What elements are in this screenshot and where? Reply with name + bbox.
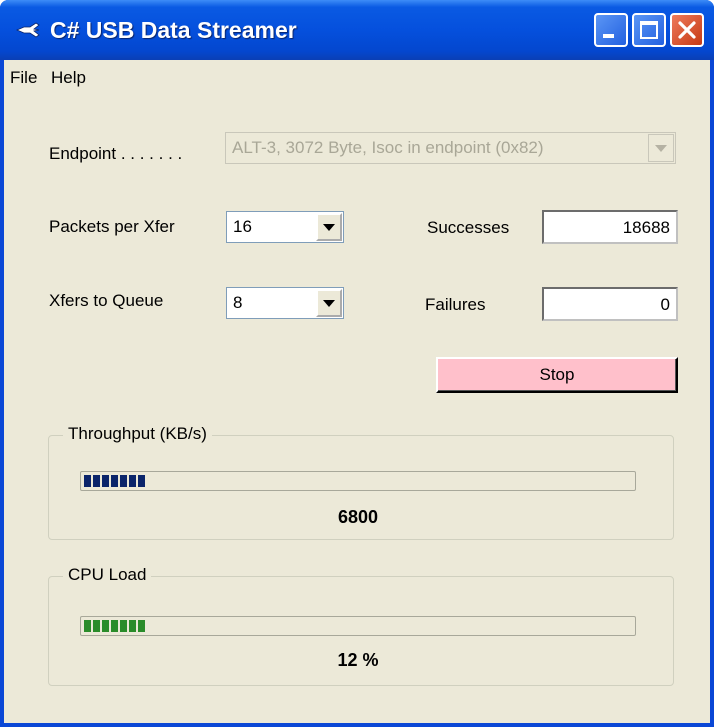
progress-block	[93, 475, 100, 487]
failures-value: 0	[660, 295, 670, 314]
chevron-down-icon[interactable]	[648, 134, 674, 162]
close-icon	[678, 21, 696, 39]
progress-block	[138, 620, 145, 632]
minimize-button[interactable]	[594, 13, 628, 47]
progress-block	[84, 620, 91, 632]
menu-bar: File Help	[4, 60, 710, 100]
packets-label: Packets per Xfer	[49, 217, 175, 236]
successes-field[interactable]: 18688	[542, 210, 678, 244]
cpu-load-value: 12 %	[337, 650, 379, 670]
throughput-value: 6800	[337, 507, 379, 527]
successes-value: 18688	[622, 218, 670, 237]
progress-block	[93, 620, 100, 632]
progress-block	[138, 475, 145, 487]
cpu-load-progress-fill	[84, 620, 147, 632]
minimize-icon	[603, 34, 614, 38]
window-title: C# USB Data Streamer	[50, 17, 297, 43]
xfers-label: Xfers to Queue	[49, 291, 164, 310]
xfers-select[interactable]: 8	[226, 287, 344, 319]
endpoint-select[interactable]: ALT-3, 3072 Byte, Isoc in endpoint (0x82…	[225, 132, 676, 164]
packets-select[interactable]: 16	[226, 211, 344, 243]
maximize-button[interactable]	[632, 13, 666, 47]
failures-field[interactable]: 0	[542, 287, 678, 321]
maximize-icon	[640, 21, 658, 39]
title-bar[interactable]: C# USB Data Streamer	[0, 0, 714, 60]
throughput-label: Throughput (KB/s)	[63, 424, 212, 444]
stop-button[interactable]: Stop	[436, 357, 678, 393]
packets-value: 16	[233, 217, 252, 236]
progress-block	[120, 620, 127, 632]
xfers-value: 8	[233, 293, 243, 312]
successes-label: Successes	[427, 218, 510, 237]
failures-label: Failures	[425, 295, 486, 314]
progress-block	[129, 475, 136, 487]
progress-block	[102, 475, 109, 487]
endpoint-label: Endpoint . . . . . . .	[49, 144, 183, 163]
menu-file[interactable]: File	[10, 68, 37, 88]
endpoint-value: ALT-3, 3072 Byte, Isoc in endpoint (0x82…	[232, 138, 544, 157]
cpu-load-label: CPU Load	[63, 565, 152, 585]
cpu-load-progress-bar	[80, 616, 636, 636]
menu-help[interactable]: Help	[51, 68, 86, 88]
usb-icon	[16, 22, 40, 38]
throughput-progress-fill	[84, 475, 147, 487]
app-window: C# USB Data Streamer File Help Endpoint …	[0, 0, 714, 727]
throughput-progress-bar	[80, 471, 636, 491]
client-area: File Help Endpoint . . . . . . . ALT-3, …	[4, 60, 710, 723]
progress-block	[120, 475, 127, 487]
progress-block	[129, 620, 136, 632]
progress-block	[84, 475, 91, 487]
progress-block	[111, 475, 118, 487]
chevron-down-icon[interactable]	[316, 289, 342, 317]
progress-block	[102, 620, 109, 632]
progress-block	[111, 620, 118, 632]
chevron-down-icon[interactable]	[316, 213, 342, 241]
close-button[interactable]	[670, 13, 704, 47]
